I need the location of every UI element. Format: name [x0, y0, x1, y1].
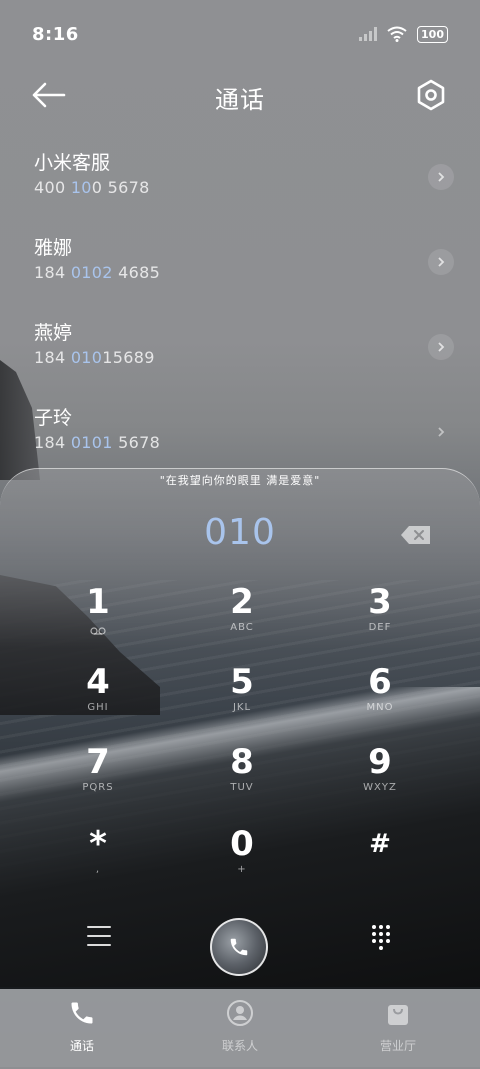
page-title: 通话 [215, 86, 265, 114]
key-digit: 3 [368, 582, 392, 622]
signal-icon [359, 27, 378, 41]
key-digit: 6 [368, 662, 392, 702]
call-button[interactable] [210, 918, 268, 976]
contact-detail-button[interactable] [428, 419, 454, 445]
key-hash[interactable]: # [320, 826, 440, 896]
tab-calls[interactable]: 通话 [22, 999, 142, 1054]
backspace-icon[interactable] [400, 525, 432, 545]
header: 通话 [0, 72, 480, 118]
contacts-icon [227, 1000, 253, 1026]
key-digit: 4 [86, 662, 110, 702]
key-star[interactable]: * , [38, 826, 158, 896]
contact-name: 小米客服 [34, 152, 111, 174]
tab-contacts[interactable]: 联系人 [180, 999, 300, 1054]
key-digit: 2 [230, 582, 254, 622]
key-letters: + [237, 864, 247, 875]
key-5[interactable]: 5 JKL [182, 664, 302, 734]
battery-icon: 100 [417, 25, 448, 43]
dialer-actions [0, 916, 480, 976]
chevron-right-icon [438, 172, 445, 182]
settings-hexagon-icon[interactable] [414, 78, 448, 112]
phone-icon [230, 938, 248, 956]
key-digit: 0 [230, 824, 254, 864]
key-digit: 8 [230, 742, 254, 782]
tab-label: 联系人 [221, 1039, 258, 1053]
key-letters: WXYZ [363, 782, 397, 793]
contact-name: 雅娜 [34, 237, 73, 259]
contact-row[interactable]: 雅娜 184 0102 4685 [34, 235, 454, 305]
chevron-right-icon [438, 427, 445, 437]
contact-number: 184 0102 4685 [34, 263, 161, 282]
key-letters: TUV [230, 782, 254, 793]
key-digit: 9 [368, 742, 392, 782]
key-digit: 7 [86, 742, 110, 782]
contact-detail-button[interactable] [428, 334, 454, 360]
status-bar: 8:16 100 [32, 20, 448, 48]
bottom-tab-bar: 通话 联系人 营业厅 [0, 989, 480, 1067]
key-2[interactable]: 2 ABC [182, 584, 302, 654]
key-letters: JKL [232, 702, 252, 713]
dialer-quote: "在我望向你的眼里 满是爱意" [159, 474, 321, 487]
tab-label: 营业厅 [379, 1039, 416, 1053]
contact-row[interactable]: 燕婷 184 01015689 [34, 320, 454, 390]
key-letters: PQRS [82, 782, 114, 793]
key-digit: * [89, 824, 107, 864]
key-digit: 5 [230, 662, 254, 702]
key-digit: # [369, 829, 391, 859]
wifi-icon [387, 26, 407, 42]
key-letters: DEF [368, 622, 392, 633]
dialpad-icon[interactable] [371, 924, 391, 950]
chevron-right-icon [438, 342, 445, 352]
contact-row[interactable]: 小米客服 400 100 5678 [34, 150, 454, 220]
key-letters: , [95, 864, 101, 875]
key-digit: 1 [86, 582, 110, 622]
key-3[interactable]: 3 DEF [320, 584, 440, 654]
key-letters: MNO [366, 702, 394, 713]
contact-row[interactable]: 子玲 184 0101 5678 [34, 405, 454, 475]
contact-number: 400 100 5678 [34, 178, 150, 197]
contact-name: 燕婷 [34, 322, 73, 344]
key-9[interactable]: 9 WXYZ [320, 744, 440, 814]
shopping-bag-icon [388, 1005, 408, 1025]
key-4[interactable]: 4 GHI [38, 664, 158, 734]
contact-detail-button[interactable] [428, 249, 454, 275]
key-6[interactable]: 6 MNO [320, 664, 440, 734]
status-time: 8:16 [32, 23, 79, 45]
key-letters: ABC [230, 622, 254, 633]
menu-icon[interactable] [86, 924, 112, 948]
phone-icon [71, 1002, 93, 1024]
chevron-right-icon [438, 257, 445, 267]
tab-service-hall[interactable]: 营业厅 [338, 999, 458, 1054]
key-letters: GHI [87, 702, 109, 713]
status-icons: 100 [359, 25, 448, 43]
contact-number: 184 01015689 [34, 348, 155, 367]
contact-number: 184 0101 5678 [34, 433, 161, 452]
key-7[interactable]: 7 PQRS [38, 744, 158, 814]
key-8[interactable]: 8 TUV [182, 744, 302, 814]
key-0[interactable]: 0 + [182, 826, 302, 896]
tab-label: 通话 [69, 1039, 94, 1053]
voicemail-icon [90, 627, 106, 635]
contact-detail-button[interactable] [428, 164, 454, 190]
key-1[interactable]: 1 [38, 584, 158, 654]
contact-name: 子玲 [34, 407, 73, 429]
